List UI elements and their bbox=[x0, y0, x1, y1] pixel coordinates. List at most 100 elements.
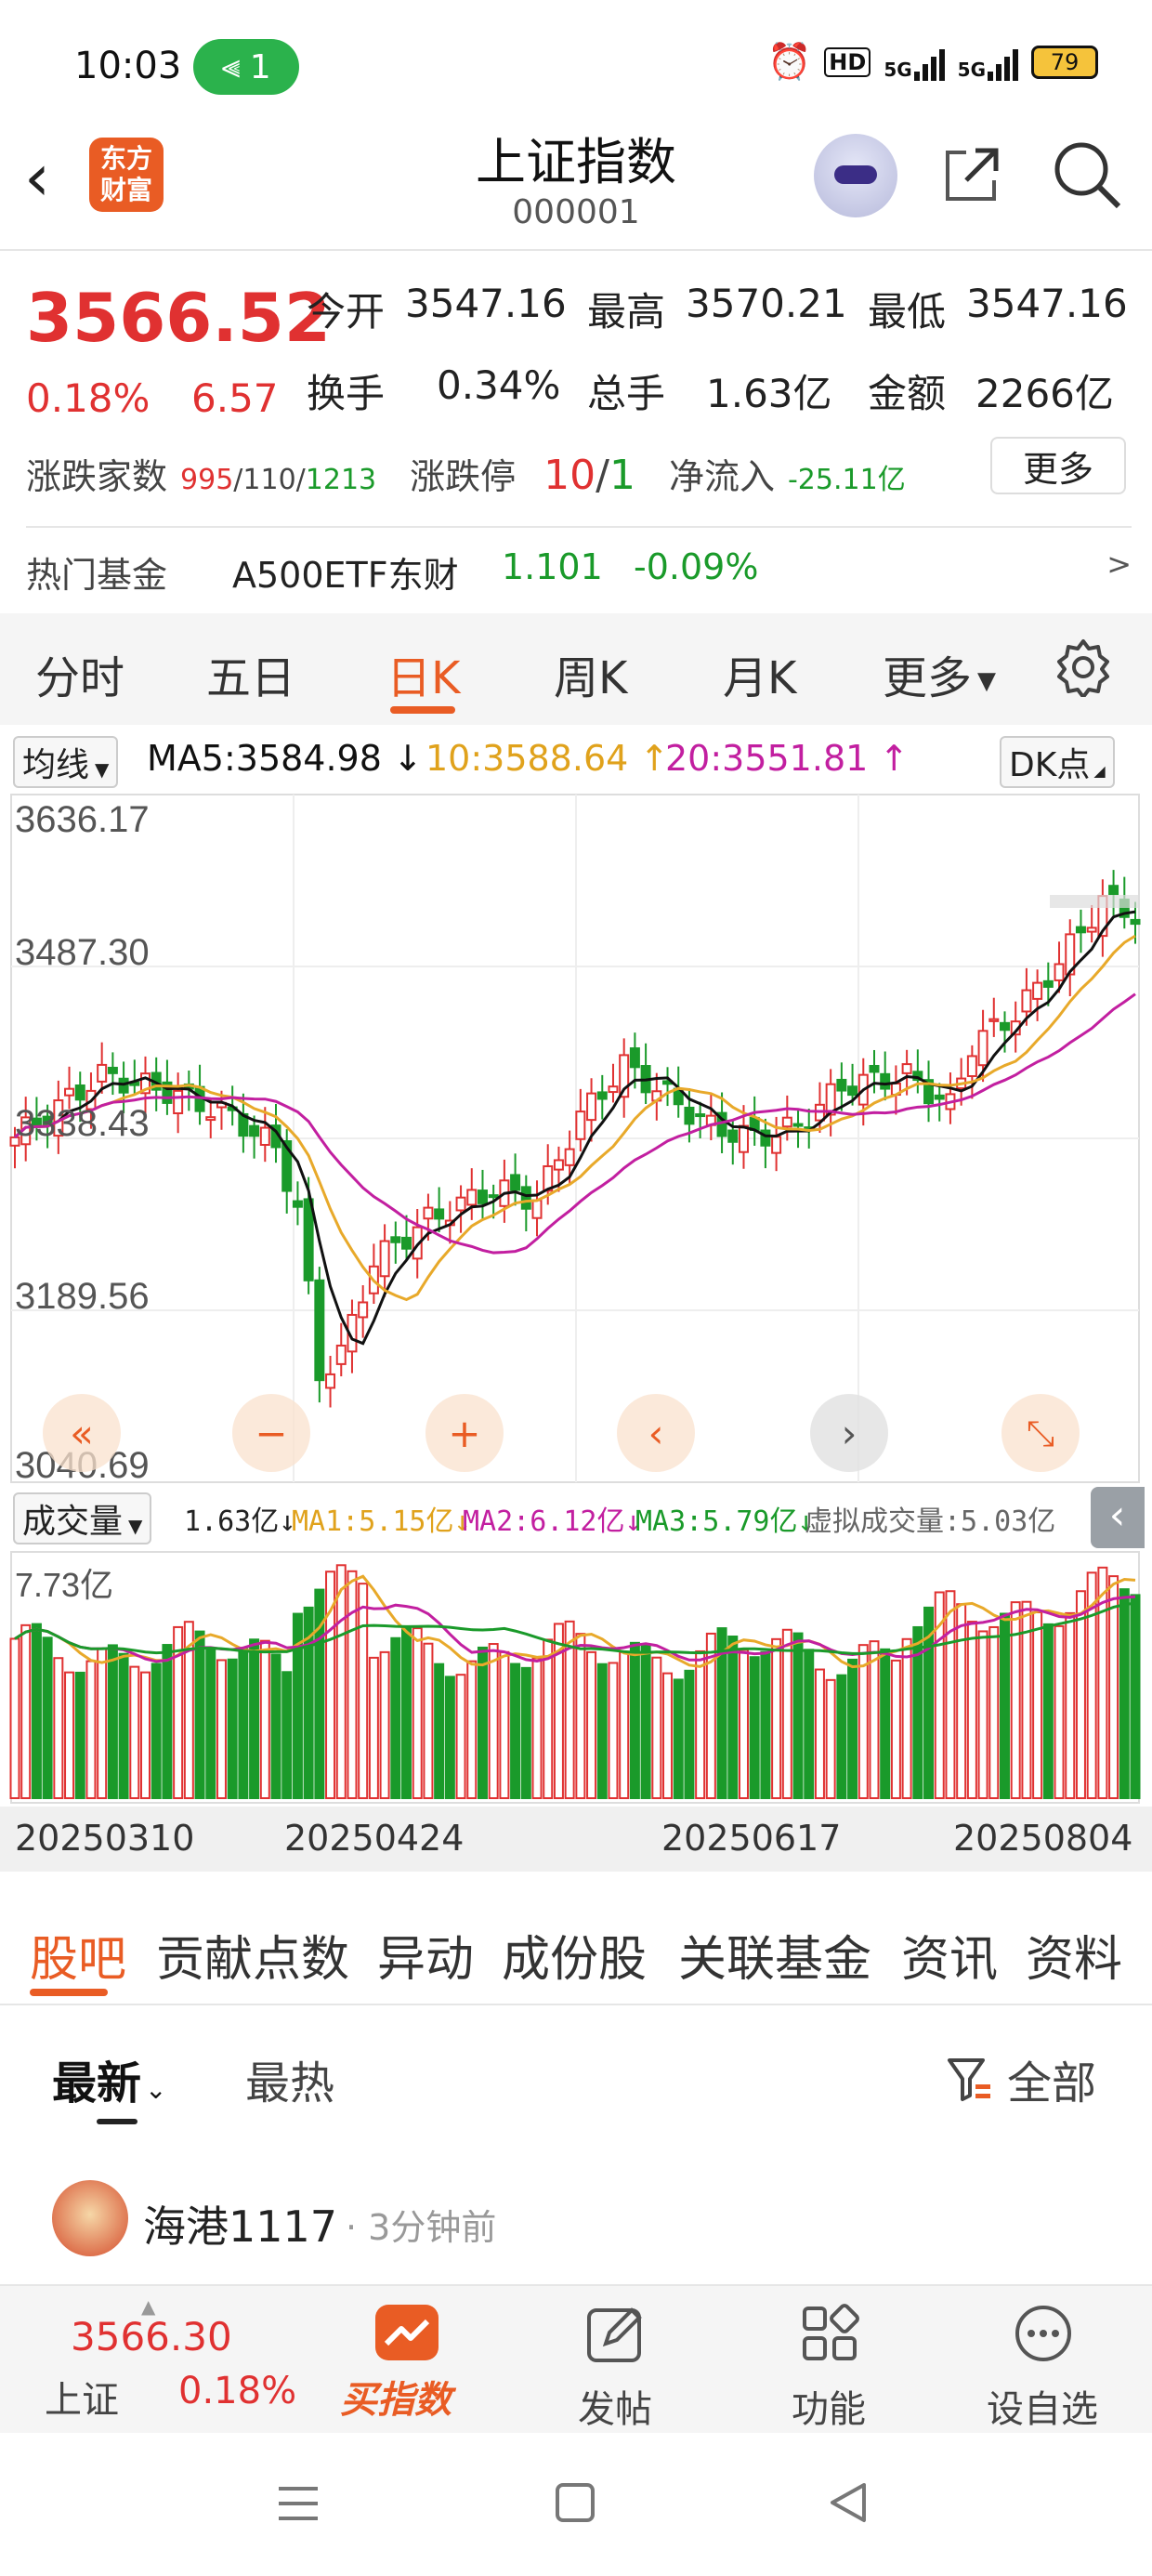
volume-bar bbox=[1119, 1588, 1130, 1800]
volume-bar bbox=[880, 1648, 891, 1799]
tab-five-day[interactable]: 五日 bbox=[206, 641, 295, 706]
settings-gear-icon[interactable] bbox=[1054, 637, 1113, 697]
volume-bar bbox=[651, 1656, 662, 1799]
sort-hot[interactable]: 最热 bbox=[245, 2046, 334, 2111]
candle-body bbox=[977, 1030, 988, 1067]
ma5-value: MA5:3584.98 ↓ bbox=[147, 738, 423, 779]
tab-daily-k[interactable]: 日K bbox=[386, 641, 460, 706]
candle-body bbox=[1130, 918, 1141, 926]
up-count: 995 bbox=[180, 464, 234, 496]
post-button[interactable]: 发帖 bbox=[552, 2303, 682, 2433]
volume-bar bbox=[619, 1650, 630, 1800]
candle-body bbox=[738, 1124, 749, 1153]
share-icon[interactable] bbox=[938, 141, 1005, 208]
ai-assistant-icon[interactable] bbox=[814, 134, 897, 217]
candle-body bbox=[1086, 927, 1097, 933]
volume-bar bbox=[347, 1570, 358, 1800]
candle-body bbox=[781, 1116, 792, 1128]
volume-bar bbox=[543, 1638, 554, 1799]
tab-intraday[interactable]: 分时 bbox=[35, 641, 124, 706]
function-button[interactable]: 功能 bbox=[766, 2303, 896, 2433]
buy-index-button[interactable]: 买指数 bbox=[340, 2303, 472, 2433]
volume-label: 总手 bbox=[587, 371, 666, 416]
avatar[interactable] bbox=[52, 2180, 128, 2256]
volume-bar bbox=[760, 1650, 771, 1800]
volume-bar bbox=[847, 1658, 858, 1799]
volume-bar bbox=[520, 1666, 531, 1800]
vol-ma2-text: MA2:6.12亿 bbox=[463, 1505, 625, 1538]
forum-tab-contribution[interactable]: 贡献点数 bbox=[156, 1920, 349, 1990]
forum-tab-news[interactable]: 资讯 bbox=[901, 1920, 998, 1990]
candle-body bbox=[869, 1064, 880, 1073]
add-watchlist-button[interactable]: 设自选 bbox=[979, 2303, 1109, 2433]
volume-bar bbox=[270, 1653, 281, 1800]
amount-label: 金额 bbox=[868, 371, 947, 416]
forum-tab-constituents[interactable]: 成份股 bbox=[502, 1920, 647, 1990]
forum-tab-movement[interactable]: 异动 bbox=[377, 1920, 474, 1990]
candle-body bbox=[74, 1084, 85, 1101]
candle-body bbox=[1075, 926, 1086, 934]
home-icon[interactable] bbox=[554, 2481, 596, 2524]
chevron-left-icon[interactable]: ‹ bbox=[617, 1394, 695, 1472]
volume-bar bbox=[575, 1633, 586, 1800]
zoom-out-icon[interactable]: − bbox=[232, 1394, 310, 1472]
date-label: 20250617 bbox=[661, 1818, 842, 1859]
zoom-in-icon[interactable]: + bbox=[425, 1394, 504, 1472]
tab-more[interactable]: 更多 ▼ bbox=[883, 641, 996, 706]
collapse-panel-icon[interactable]: ‹ bbox=[1091, 1487, 1145, 1548]
hotspot-count: 1 bbox=[249, 47, 271, 86]
corner-icon: ◢ bbox=[1093, 762, 1106, 780]
candle-body bbox=[695, 1113, 706, 1118]
forum-tab-guba[interactable]: 股吧 bbox=[30, 1920, 126, 1990]
hot-fund-price: 1.101 bbox=[502, 546, 603, 587]
chevron-right-icon[interactable]: › bbox=[810, 1394, 888, 1472]
back-nav-icon[interactable] bbox=[827, 2481, 870, 2524]
volume-legend-row: 成交量 ▼ 1.63亿↓ MA1:5.15亿↓ MA2:6.12亿↓ MA3:5.… bbox=[0, 1487, 1152, 1548]
volume-bar bbox=[901, 1637, 912, 1799]
more-button[interactable]: 更多 bbox=[990, 437, 1126, 494]
hd-badge: HD bbox=[824, 46, 871, 77]
candle-body bbox=[423, 1206, 434, 1220]
volume-bar bbox=[1130, 1594, 1141, 1800]
bottom-price: 3566.30 bbox=[71, 2314, 232, 2359]
candle-body bbox=[792, 1123, 804, 1127]
fullscreen-expand-icon[interactable]: ⤡ bbox=[1001, 1394, 1080, 1472]
volume-bar bbox=[412, 1627, 423, 1799]
sort-latest[interactable]: 最新 ⌄ bbox=[52, 2046, 166, 2111]
hot-fund-row[interactable]: 热门基金 A500ETF东财 1.101 -0.09% > bbox=[26, 546, 1132, 598]
tab-monthly-k[interactable]: 月K bbox=[723, 641, 796, 706]
sort-indicator bbox=[97, 2119, 137, 2124]
candle-body bbox=[488, 1194, 499, 1199]
dk-point-toggle[interactable]: DK点 ◢ bbox=[1000, 736, 1115, 788]
filter-button[interactable]: 全部 bbox=[944, 2046, 1096, 2111]
volume-select[interactable]: 成交量 ▼ bbox=[13, 1492, 152, 1544]
volume-bar bbox=[586, 1650, 597, 1800]
menu-icon[interactable] bbox=[275, 2483, 321, 2524]
candle-body bbox=[314, 1279, 325, 1382]
tab-weekly-k[interactable]: 周K bbox=[554, 641, 627, 706]
hot-fund-name: A500ETF东财 bbox=[232, 555, 459, 596]
forum-tab-profile[interactable]: 资料 bbox=[1026, 1920, 1122, 1990]
ma-select[interactable]: 均线 ▼ bbox=[13, 736, 119, 788]
vol-ma1-text: MA1:5.15亿 bbox=[292, 1505, 454, 1538]
search-icon[interactable] bbox=[1050, 138, 1124, 212]
ma-legend-row: 均线 ▼ MA5:3584.98 ↓ 10:3588.64 ↑ 20:3551.8… bbox=[0, 729, 1152, 788]
limit-up: 10 bbox=[543, 452, 596, 499]
function-label: 功能 bbox=[792, 2388, 866, 2431]
volume-bar bbox=[857, 1644, 869, 1799]
open-value: 3547.16 bbox=[405, 281, 567, 326]
volume-bar bbox=[335, 1564, 347, 1799]
candle-body bbox=[586, 1092, 597, 1122]
kline-chart[interactable]: 3636.17 3487.30 3338.43 3189.56 3040.69 … bbox=[0, 785, 1152, 1882]
rewind-double-left-icon[interactable]: « bbox=[43, 1394, 121, 1472]
post-item[interactable]: 海港1117 · 3分钟前 bbox=[0, 2165, 1152, 2267]
date-axis: 20250310 20250424 20250617 20250804 bbox=[0, 1807, 1152, 1872]
forum-tab-related-funds[interactable]: 关联基金 bbox=[678, 1920, 871, 1990]
sort-row: 最新 ⌄ 最热 全部 bbox=[0, 2026, 1152, 2137]
status-icons: ⏰ HD 5G 5G 79 bbox=[767, 41, 1098, 83]
volume-bar bbox=[749, 1656, 760, 1799]
virtual-volume: 虚拟成交量:5.03亿 bbox=[805, 1505, 1056, 1538]
candle-body bbox=[173, 1089, 184, 1114]
post-username[interactable]: 海港1117 bbox=[143, 2193, 337, 2254]
volume-bar bbox=[966, 1621, 977, 1799]
